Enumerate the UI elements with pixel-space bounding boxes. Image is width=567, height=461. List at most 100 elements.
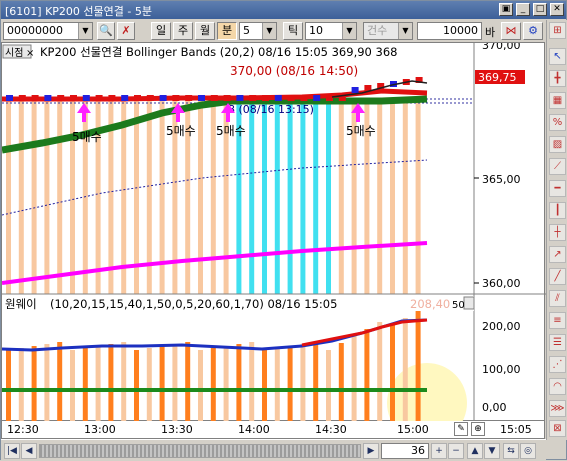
lower-badge: 50 bbox=[452, 300, 465, 311]
count-input[interactable]: 10000 bbox=[417, 22, 482, 40]
period-month-button[interactable]: 월 bbox=[195, 22, 215, 40]
oscillator-bar bbox=[223, 346, 229, 422]
price-candle bbox=[223, 95, 231, 101]
line-icon[interactable]: ╱ bbox=[549, 268, 566, 285]
price-candle bbox=[300, 95, 308, 101]
period-minute-button[interactable]: 분 bbox=[217, 22, 237, 40]
close-icon[interactable]: ✕ bbox=[550, 3, 564, 16]
lower-highlight bbox=[387, 363, 467, 443]
price-candle bbox=[313, 95, 321, 101]
chevron-down-icon[interactable]: ▼ bbox=[262, 23, 276, 39]
oscillator-bar bbox=[300, 344, 306, 422]
price-candle bbox=[44, 95, 52, 101]
chevron-down-icon[interactable]: ▼ bbox=[342, 23, 356, 39]
volume-bar bbox=[300, 99, 306, 294]
oscillator-bar bbox=[262, 350, 267, 422]
crosshair-icon[interactable]: ╋ bbox=[549, 70, 566, 87]
period-day-button[interactable]: 일 bbox=[151, 22, 171, 40]
oscillator-bar bbox=[82, 348, 88, 422]
fan-icon[interactable]: ⋰ bbox=[549, 356, 566, 373]
search-button[interactable]: 🔍 bbox=[97, 22, 115, 40]
minute-select[interactable]: 5 ▼ bbox=[239, 22, 277, 40]
price-candle bbox=[18, 95, 26, 101]
oscillator-bar bbox=[159, 346, 165, 422]
reset-icon[interactable]: ◎ bbox=[520, 443, 536, 459]
price-candle bbox=[249, 95, 257, 101]
pattern-icon[interactable]: ▨ bbox=[549, 136, 566, 153]
cross-line-icon[interactable]: ┼ bbox=[549, 224, 566, 241]
price-candle bbox=[262, 95, 269, 101]
chart-style-button[interactable]: ⋈ bbox=[501, 22, 521, 40]
maximize-icon[interactable]: □ bbox=[533, 3, 547, 16]
levels-icon[interactable]: ☰ bbox=[549, 334, 566, 351]
edit-icon[interactable]: ✎ bbox=[454, 422, 468, 436]
horizontal-line-icon[interactable]: ━ bbox=[549, 180, 566, 197]
pointer-icon[interactable]: ↖ bbox=[549, 48, 566, 65]
delete-icon[interactable]: ⊠ bbox=[549, 420, 566, 437]
volume-bar bbox=[70, 99, 75, 294]
price-candle bbox=[134, 95, 141, 101]
app-window: [6101] KP200 선물연결 - 5분 ▣ _ □ ✕ 00000000 … bbox=[0, 0, 567, 461]
arc-icon[interactable]: ◠ bbox=[549, 378, 566, 395]
scroll-track[interactable] bbox=[39, 444, 361, 458]
price-candle bbox=[210, 95, 218, 101]
buy-signal-label: 5매수 bbox=[166, 124, 196, 138]
volume-bar bbox=[262, 99, 267, 294]
zoom-value: 36 bbox=[411, 444, 425, 457]
oscillator-bar bbox=[44, 344, 50, 422]
chevron-down-icon[interactable]: ▼ bbox=[398, 23, 412, 39]
next-icon[interactable]: ▶ bbox=[363, 443, 379, 459]
vertical-line-icon[interactable]: ┃ bbox=[549, 202, 566, 219]
zoom-in-icon[interactable]: + bbox=[431, 443, 447, 459]
stepper-up-icon[interactable]: ▲ bbox=[467, 443, 483, 459]
tick-select[interactable]: 10 ▼ bbox=[305, 22, 357, 40]
lower-value-label: 208,40 bbox=[410, 297, 450, 311]
pin-icon[interactable]: ▣ bbox=[499, 3, 513, 16]
channel-icon[interactable]: ⫽ bbox=[549, 290, 566, 307]
search-icon: 🔍 bbox=[99, 24, 113, 37]
chevron-down-icon[interactable]: ▼ bbox=[78, 23, 92, 39]
price-candle bbox=[326, 95, 333, 101]
oscillator-bar bbox=[70, 350, 75, 422]
stepper-down-icon[interactable]: ▼ bbox=[484, 443, 500, 459]
fan-lines-icon[interactable]: ⋙ bbox=[549, 400, 566, 417]
period-week-label: 주 bbox=[177, 24, 189, 37]
volume-bar bbox=[287, 99, 293, 294]
close-icon[interactable]: × bbox=[26, 48, 34, 59]
settings-button[interactable]: ⚙ bbox=[523, 22, 543, 40]
oscillator-bar bbox=[377, 322, 383, 422]
prev-icon[interactable]: ◀ bbox=[21, 443, 37, 459]
oscillator-bar bbox=[338, 343, 344, 422]
percent-icon[interactable]: % bbox=[549, 114, 566, 131]
ray-icon[interactable]: ↗ bbox=[549, 246, 566, 263]
window-title: [6101] KP200 선물연결 - 5분 bbox=[5, 5, 152, 18]
first-page-icon[interactable]: |◀ bbox=[4, 443, 20, 459]
zoom-input[interactable]: 36 bbox=[381, 443, 429, 459]
code-input[interactable]: 00000000 ▼ bbox=[3, 22, 93, 40]
period-week-button[interactable]: 주 bbox=[173, 22, 193, 40]
zoom-out-icon[interactable]: − bbox=[448, 443, 464, 459]
volume-bar bbox=[57, 99, 63, 294]
tool-toggle-icon[interactable]: ⊞ bbox=[549, 22, 566, 39]
x-tick-label: 12:30 bbox=[7, 423, 39, 436]
fibonacci-icon[interactable]: ≡ bbox=[549, 312, 566, 329]
x-tick-label: 13:00 bbox=[84, 423, 116, 436]
clear-search-button[interactable]: ✗ bbox=[117, 22, 135, 40]
price-candle bbox=[198, 95, 205, 101]
minimize-icon[interactable]: _ bbox=[516, 3, 530, 16]
zoom-icon[interactable]: ⊕ bbox=[471, 422, 485, 436]
fit-icon[interactable]: ⇆ bbox=[503, 443, 519, 459]
trend-icon[interactable]: ⟋ bbox=[549, 158, 566, 175]
grid-icon[interactable]: ▦ bbox=[549, 92, 566, 109]
count-select[interactable]: 건수 ▼ bbox=[363, 22, 413, 40]
scroll-preview bbox=[40, 445, 360, 457]
tick-button[interactable]: 틱 bbox=[283, 22, 303, 40]
lower-badge-box[interactable] bbox=[463, 296, 475, 310]
buy-signal-label: 5매수 bbox=[346, 124, 376, 138]
minute-value: 5 bbox=[243, 24, 250, 37]
oscillator-line-blue bbox=[1, 318, 428, 352]
drawing-toolbar: ⊞ ↖ ╋ ▦ % ▨ ⟋ ━ ┃ ┼ ↗ ╱ ⫽ ≡ ☰ ⋰ ◠ ⋙ ⊠ bbox=[546, 20, 567, 440]
volume-bar bbox=[31, 99, 37, 294]
chart-area[interactable]: 370,00 (08/16 14:50) 8 (08/16 13:15) 5매수… bbox=[1, 39, 546, 443]
chart-canvas[interactable]: 370,00 (08/16 14:50) 8 (08/16 13:15) 5매수… bbox=[1, 39, 546, 443]
